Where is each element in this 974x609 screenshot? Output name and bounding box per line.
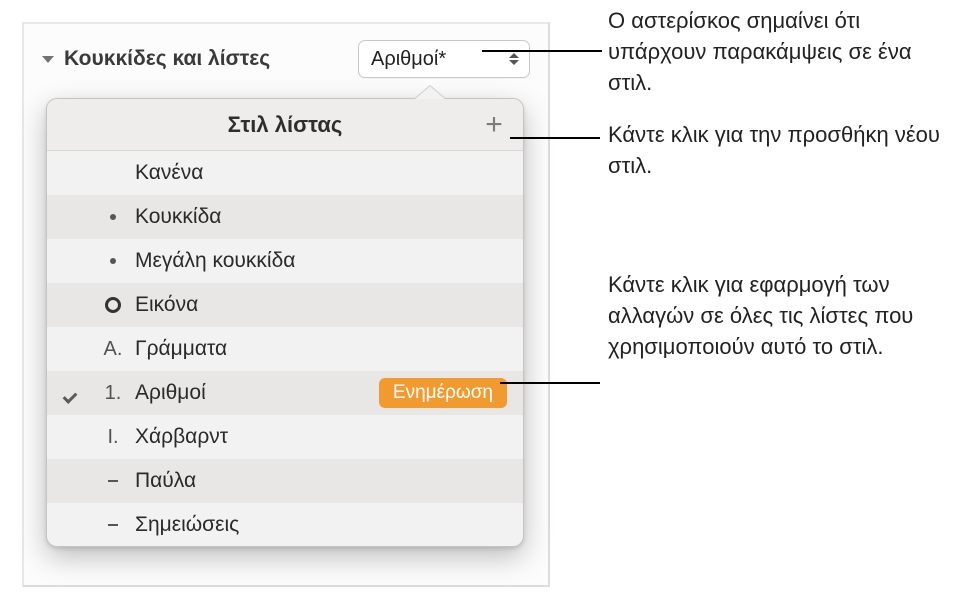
list-marker-icon <box>91 524 135 526</box>
list-item[interactable]: I.Χάρβαρντ <box>47 415 523 459</box>
checkmark-icon <box>64 387 82 399</box>
list-style-dropdown[interactable]: Αριθμοί* <box>358 40 530 78</box>
list-item-label: Παύλα <box>135 469 507 493</box>
callout-line <box>510 137 600 139</box>
callout-update: Κάντε κλικ για εφαρμογή των αλλαγών σε ό… <box>608 270 958 362</box>
list-item[interactable]: Μεγάλη κουκκίδα <box>47 239 523 283</box>
callout-asterisk: Ο αστερίσκος σημαίνει ότι υπάρχουν παρακ… <box>608 6 958 98</box>
list-marker-icon <box>91 480 135 482</box>
callout-line <box>500 382 600 384</box>
callout-line <box>482 50 602 52</box>
list-item-label: Χάρβαρντ <box>135 425 507 449</box>
list-item[interactable]: Κανένα <box>47 151 523 195</box>
popover-header: Στιλ λίστας + <box>47 99 523 151</box>
list-item[interactable]: Παύλα <box>47 459 523 503</box>
list-item[interactable]: Σημειώσεις <box>47 503 523 546</box>
list-item[interactable]: Εικόνα <box>47 283 523 327</box>
add-style-button[interactable]: + <box>479 110 509 140</box>
list-marker-icon: 1. <box>91 382 135 405</box>
list-marker-icon <box>91 258 135 264</box>
list-style-popover: Στιλ λίστας + Κανένα Κουκκίδα Μεγάλη κουκκ… <box>46 98 524 547</box>
list-item[interactable]: 1.ΑριθμοίΕνημέρωση <box>47 371 523 415</box>
list-item[interactable]: Κουκκίδα <box>47 195 523 239</box>
stepper-icon <box>509 53 519 65</box>
list-item-label: Κουκκίδα <box>135 205 507 229</box>
list-marker-icon <box>91 297 135 313</box>
list-item-label: Μεγάλη κουκκίδα <box>135 249 507 273</box>
disclosure-triangle-icon[interactable] <box>42 56 54 63</box>
list-marker-icon: A. <box>91 338 135 361</box>
list-item[interactable]: A.Γράμματα <box>47 327 523 371</box>
popover-title: Στιλ λίστας <box>228 112 343 138</box>
list-item-label: Γράμματα <box>135 337 507 361</box>
list-item-label: Κανένα <box>135 161 507 185</box>
style-list: ΚανέναΚουκκίδαΜεγάλη κουκκίδαΕικόναA.Γρά… <box>47 151 523 546</box>
list-item-label: Εικόνα <box>135 293 507 317</box>
list-item-label: Αριθμοί <box>135 381 379 405</box>
section-header: Κουκκίδες και λίστες Αριθμοί* <box>42 40 530 78</box>
popover-arrow-icon <box>415 86 445 99</box>
list-marker-icon <box>91 214 135 220</box>
callout-add: Κάντε κλικ για την προσθήκη νέου στιλ. <box>608 120 958 182</box>
update-style-button[interactable]: Ενημέρωση <box>379 378 507 408</box>
section-title: Κουκκίδες και λίστες <box>64 47 270 71</box>
list-marker-icon: I. <box>91 426 135 449</box>
list-item-label: Σημειώσεις <box>135 513 507 537</box>
selection-indicator <box>55 387 91 399</box>
